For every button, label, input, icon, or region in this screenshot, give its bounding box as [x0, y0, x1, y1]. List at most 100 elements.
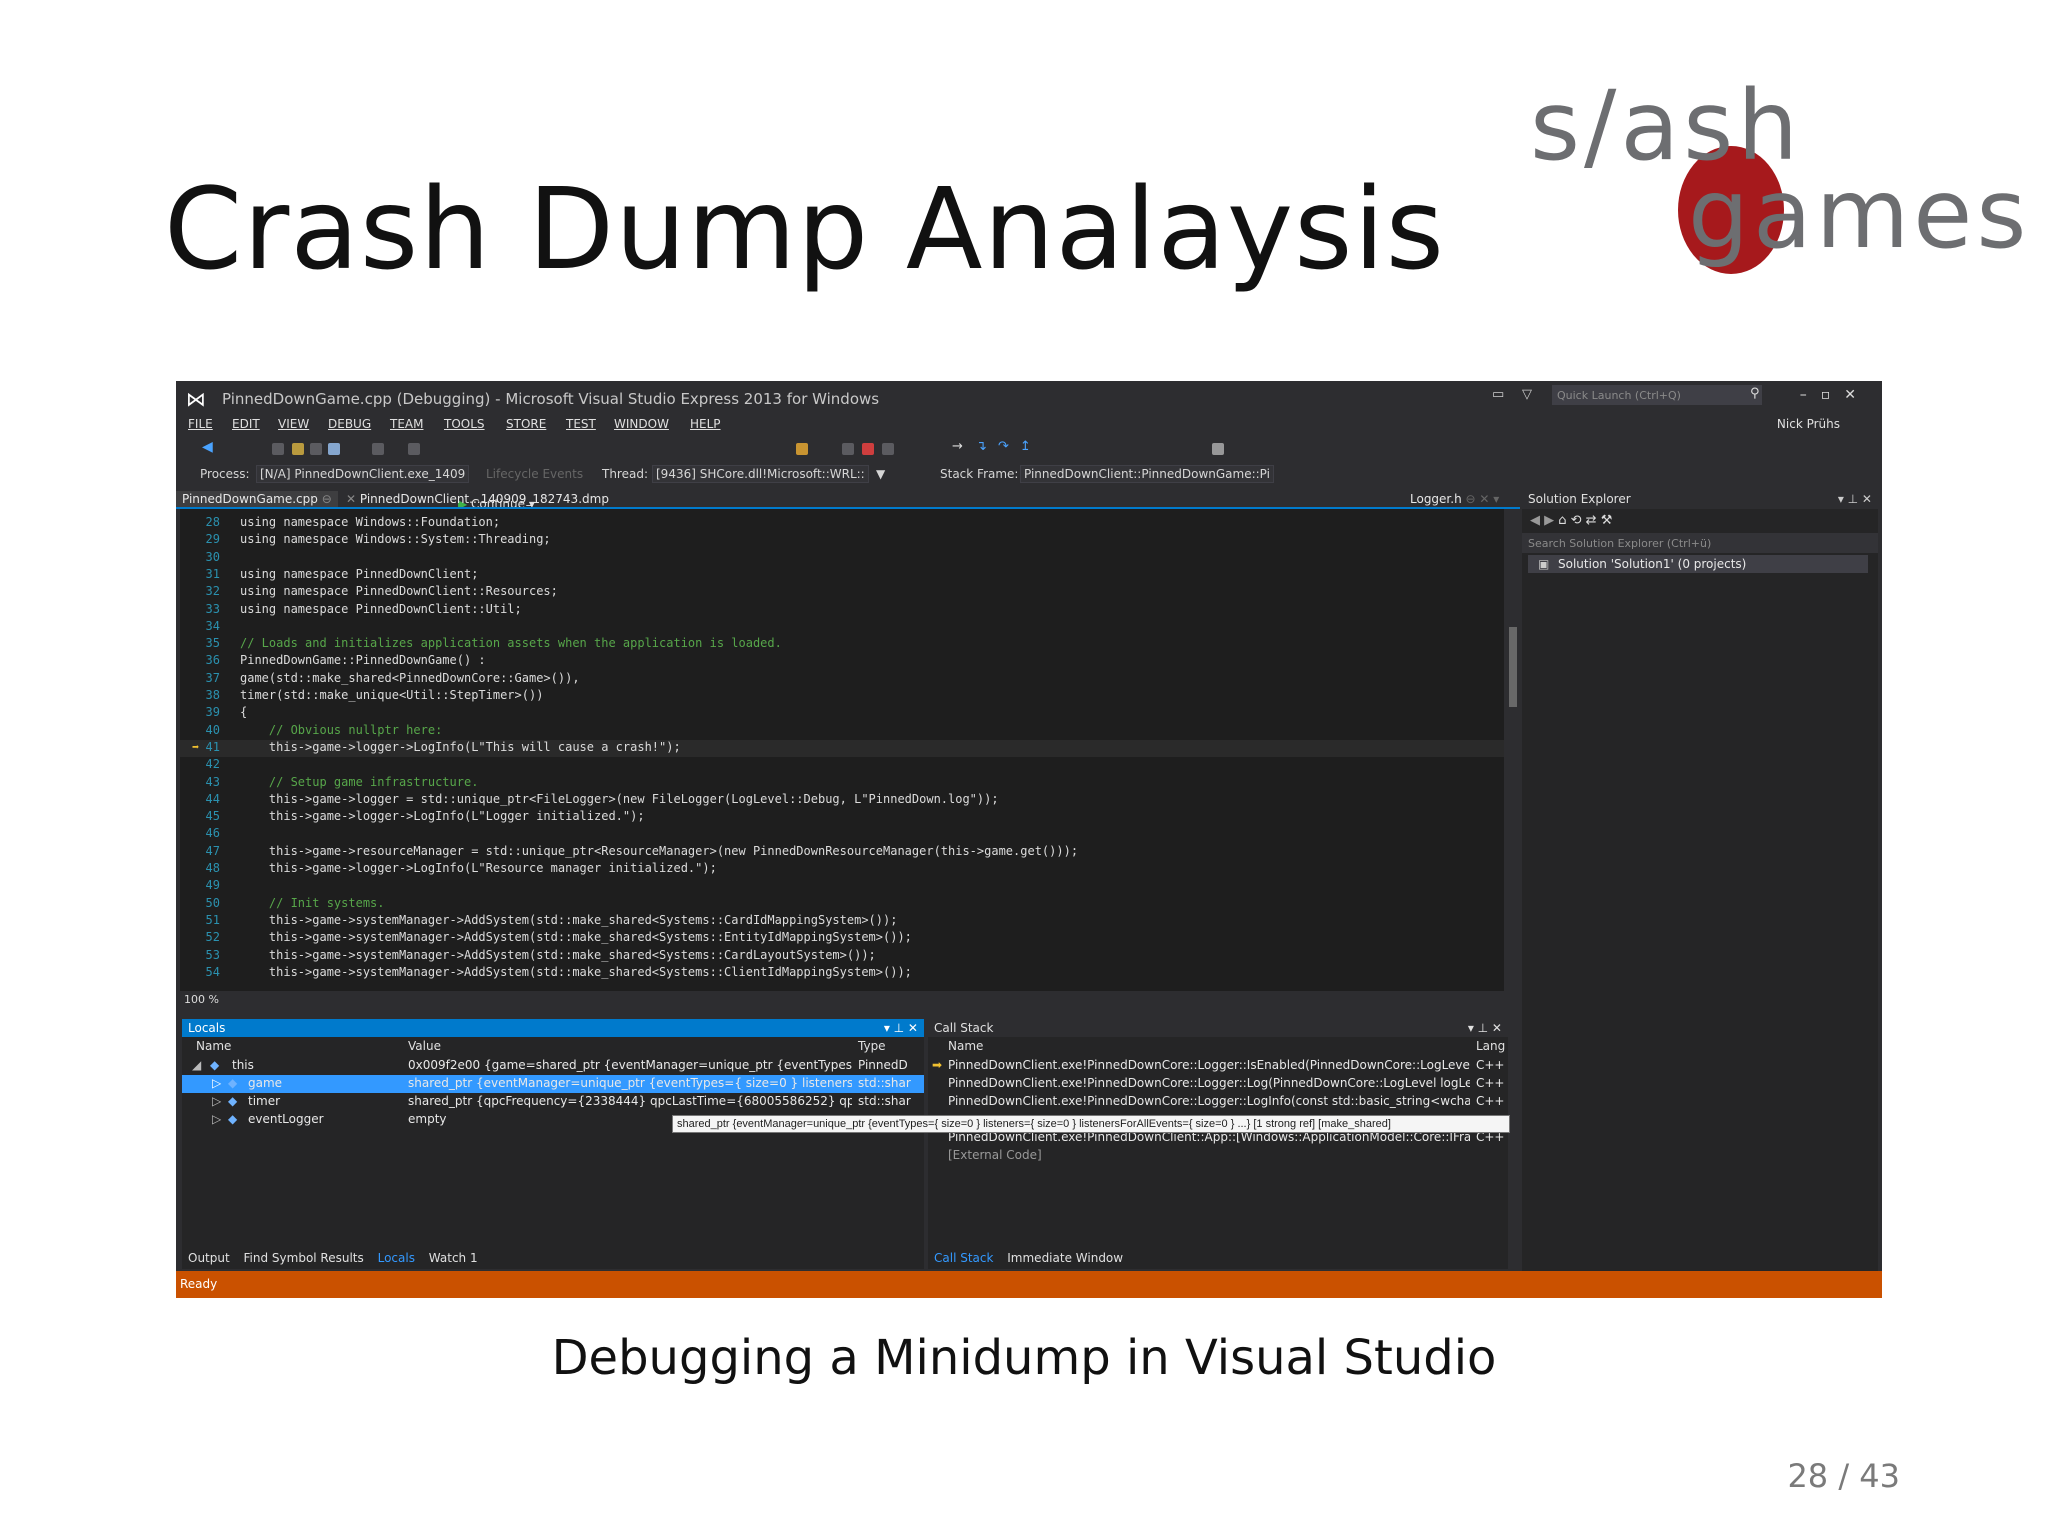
code-line[interactable]: 41 ➡ this->game->logger->LogInfo(L"This w…: [180, 739, 1504, 757]
code-line[interactable]: 33 using namespace PinnedDownClient::Util…: [180, 602, 1504, 619]
pause-icon[interactable]: [842, 443, 854, 455]
call-stack-row[interactable]: PinnedDownClient.exe!PinnedDownCore::Log…: [928, 1093, 1508, 1111]
code-line[interactable]: 32 using namespace PinnedDownClient::Reso…: [180, 584, 1504, 601]
code-line[interactable]: 49: [180, 878, 1504, 895]
save-icon[interactable]: [310, 443, 322, 455]
filter-icon[interactable]: ▽: [1522, 387, 1532, 402]
menu-store[interactable]: STORE: [506, 417, 546, 431]
quick-launch-input[interactable]: Quick Launch (Ctrl+Q): [1552, 385, 1762, 405]
scrollbar-thumb[interactable]: [1509, 627, 1517, 707]
panel-controls-icon[interactable]: ▾ ⊥ ✕: [884, 1021, 918, 1035]
menu-file[interactable]: FILE: [188, 417, 213, 431]
code-line[interactable]: 37 game(std::make_shared<PinnedDownCore::…: [180, 671, 1504, 688]
code-line[interactable]: 46: [180, 826, 1504, 843]
code-line[interactable]: 39 {: [180, 705, 1504, 722]
expand-icon[interactable]: ▷: [212, 1112, 221, 1126]
menu-edit[interactable]: EDIT: [232, 417, 260, 431]
col-value[interactable]: Value: [408, 1039, 441, 1053]
code-line[interactable]: 40 // Obvious nullptr here:: [180, 723, 1504, 740]
code-line[interactable]: 53 this->game->systemManager->AddSystem(…: [180, 948, 1504, 965]
code-line[interactable]: 42: [180, 757, 1504, 774]
save-all-icon[interactable]: [328, 443, 340, 455]
tab-locals[interactable]: Locals: [378, 1251, 415, 1265]
solution-search-input[interactable]: Search Solution Explorer (Ctrl+ü): [1522, 533, 1878, 553]
back-icon[interactable]: ◀: [202, 439, 213, 455]
restart-icon[interactable]: [882, 443, 894, 455]
back-icon[interactable]: ◀ ▶: [1530, 513, 1558, 528]
tab-output[interactable]: Output: [188, 1251, 230, 1265]
code-line[interactable]: 48 this->game->logger->LogInfo(L"Resourc…: [180, 861, 1504, 878]
locals-row[interactable]: ▷ ◆ timer shared_ptr {qpcFrequency={2338444…: [182, 1093, 924, 1111]
open-file-icon[interactable]: [292, 443, 304, 455]
close-icon[interactable]: ✕: [346, 492, 360, 506]
code-line[interactable]: 43 // Setup game infrastructure.: [180, 775, 1504, 792]
zoom-level[interactable]: 100 %: [184, 993, 219, 1006]
code-line[interactable]: 29 using namespace Windows::System::Threa…: [180, 532, 1504, 549]
col-name[interactable]: Name: [948, 1039, 983, 1053]
process-dropdown[interactable]: [N/A] PinnedDownClient.exe_1409: [256, 465, 470, 483]
bookmark-icon[interactable]: [1212, 443, 1224, 455]
redo-icon[interactable]: [408, 443, 420, 455]
code-editor[interactable]: 28 using namespace Windows::Foundation; 29…: [180, 509, 1504, 991]
menu-view[interactable]: VIEW: [278, 417, 309, 431]
tab-pinneddowngame-cpp[interactable]: PinnedDownGame.cpp ⊖: [176, 491, 338, 507]
menu-tools[interactable]: TOOLS: [444, 417, 485, 431]
tab-dmp-file[interactable]: ✕ PinnedDownClient...140909_182743.dmp: [340, 491, 615, 507]
expand-icon[interactable]: ▷: [212, 1076, 221, 1090]
col-type[interactable]: Type: [858, 1039, 886, 1053]
pin-icon[interactable]: ⊖: [322, 492, 332, 506]
menu-help[interactable]: HELP: [690, 417, 721, 431]
sync-icon[interactable]: ⟲ ⇄: [1571, 513, 1601, 528]
code-line[interactable]: 50 // Init systems.: [180, 896, 1504, 913]
code-line[interactable]: 30: [180, 550, 1504, 567]
menu-test[interactable]: TEST: [566, 417, 596, 431]
search-icon[interactable]: ⚲: [1750, 386, 1760, 401]
properties-icon[interactable]: ⚒: [1601, 513, 1613, 528]
code-line[interactable]: 51 this->game->systemManager->AddSystem(…: [180, 913, 1504, 930]
user-name[interactable]: Nick Prühs: [1777, 417, 1840, 431]
locals-row[interactable]: ▷ ◆ game shared_ptr {eventManager=unique_pt…: [182, 1075, 924, 1093]
thread-dropdown[interactable]: [9436] SHCore.dll!Microsoft::WRL::: [652, 465, 869, 483]
code-line[interactable]: 34: [180, 619, 1504, 636]
call-stack-row[interactable]: ➡ PinnedDownClient.exe!PinnedDownCore::Lo…: [928, 1057, 1508, 1075]
code-line[interactable]: 47 this->game->resourceManager = std::un…: [180, 844, 1504, 861]
show-next-statement-icon[interactable]: →: [952, 439, 963, 454]
code-line[interactable]: 36 PinnedDownGame::PinnedDownGame() :: [180, 653, 1504, 670]
step-over-icon[interactable]: ↷: [998, 439, 1009, 454]
undo-icon[interactable]: [372, 443, 384, 455]
filter-thread-icon[interactable]: ▼: [876, 467, 885, 481]
code-line[interactable]: 31 using namespace PinnedDownClient;: [180, 567, 1504, 584]
code-line[interactable]: 38 timer(std::make_unique<Util::StepTimer…: [180, 688, 1504, 705]
lifecycle-events[interactable]: Lifecycle Events: [486, 467, 583, 481]
menu-team[interactable]: TEAM: [390, 417, 423, 431]
notification-icon[interactable]: ▭: [1492, 387, 1504, 402]
tab-call-stack[interactable]: Call Stack: [934, 1251, 993, 1265]
code-line[interactable]: 52 this->game->systemManager->AddSystem(…: [180, 930, 1504, 947]
code-line[interactable]: 54 this->game->systemManager->AddSystem(…: [180, 965, 1504, 982]
home-icon[interactable]: ⌂: [1558, 513, 1570, 528]
stack-frame-dropdown[interactable]: PinnedDownClient::PinnedDownGame::Pi: [1020, 465, 1274, 483]
tab-find-symbol-results[interactable]: Find Symbol Results: [244, 1251, 364, 1265]
collapse-icon[interactable]: ◢: [192, 1058, 201, 1072]
tab-logger-h[interactable]: Logger.h ⊖ ✕ ▾: [1404, 491, 1505, 507]
tab-immediate-window[interactable]: Immediate Window: [1007, 1251, 1123, 1265]
panel-controls-icon[interactable]: ▾ ⊥ ✕: [1838, 492, 1872, 506]
code-line[interactable]: 44 this->game->logger = std::unique_ptr<…: [180, 792, 1504, 809]
new-file-icon[interactable]: [272, 443, 284, 455]
col-lang[interactable]: Lang: [1476, 1039, 1505, 1053]
code-line[interactable]: 35 // Loads and initializes application a…: [180, 636, 1504, 653]
tab-watch-1[interactable]: Watch 1: [429, 1251, 478, 1265]
window-controls[interactable]: –▫✕: [1800, 387, 1870, 403]
locals-row[interactable]: ◢ ◆ this 0x009f2e00 {game=shared_ptr {event…: [182, 1057, 924, 1075]
menu-debug[interactable]: DEBUG: [328, 417, 371, 431]
editor-scrollbar[interactable]: [1506, 509, 1520, 991]
call-stack-row[interactable]: [External Code]: [928, 1147, 1508, 1165]
call-stack-row[interactable]: PinnedDownClient.exe!PinnedDownCore::Log…: [928, 1075, 1508, 1093]
panel-controls-icon[interactable]: ▾ ⊥ ✕: [1468, 1021, 1502, 1035]
step-out-icon[interactable]: ↥: [1020, 439, 1031, 454]
menu-window[interactable]: WINDOW: [614, 417, 669, 431]
solution-item[interactable]: ▣ Solution 'Solution1' (0 projects): [1528, 555, 1868, 573]
breakpoint-icon[interactable]: [796, 443, 808, 455]
expand-icon[interactable]: ▷: [212, 1094, 221, 1108]
code-line[interactable]: 28 using namespace Windows::Foundation;: [180, 515, 1504, 532]
